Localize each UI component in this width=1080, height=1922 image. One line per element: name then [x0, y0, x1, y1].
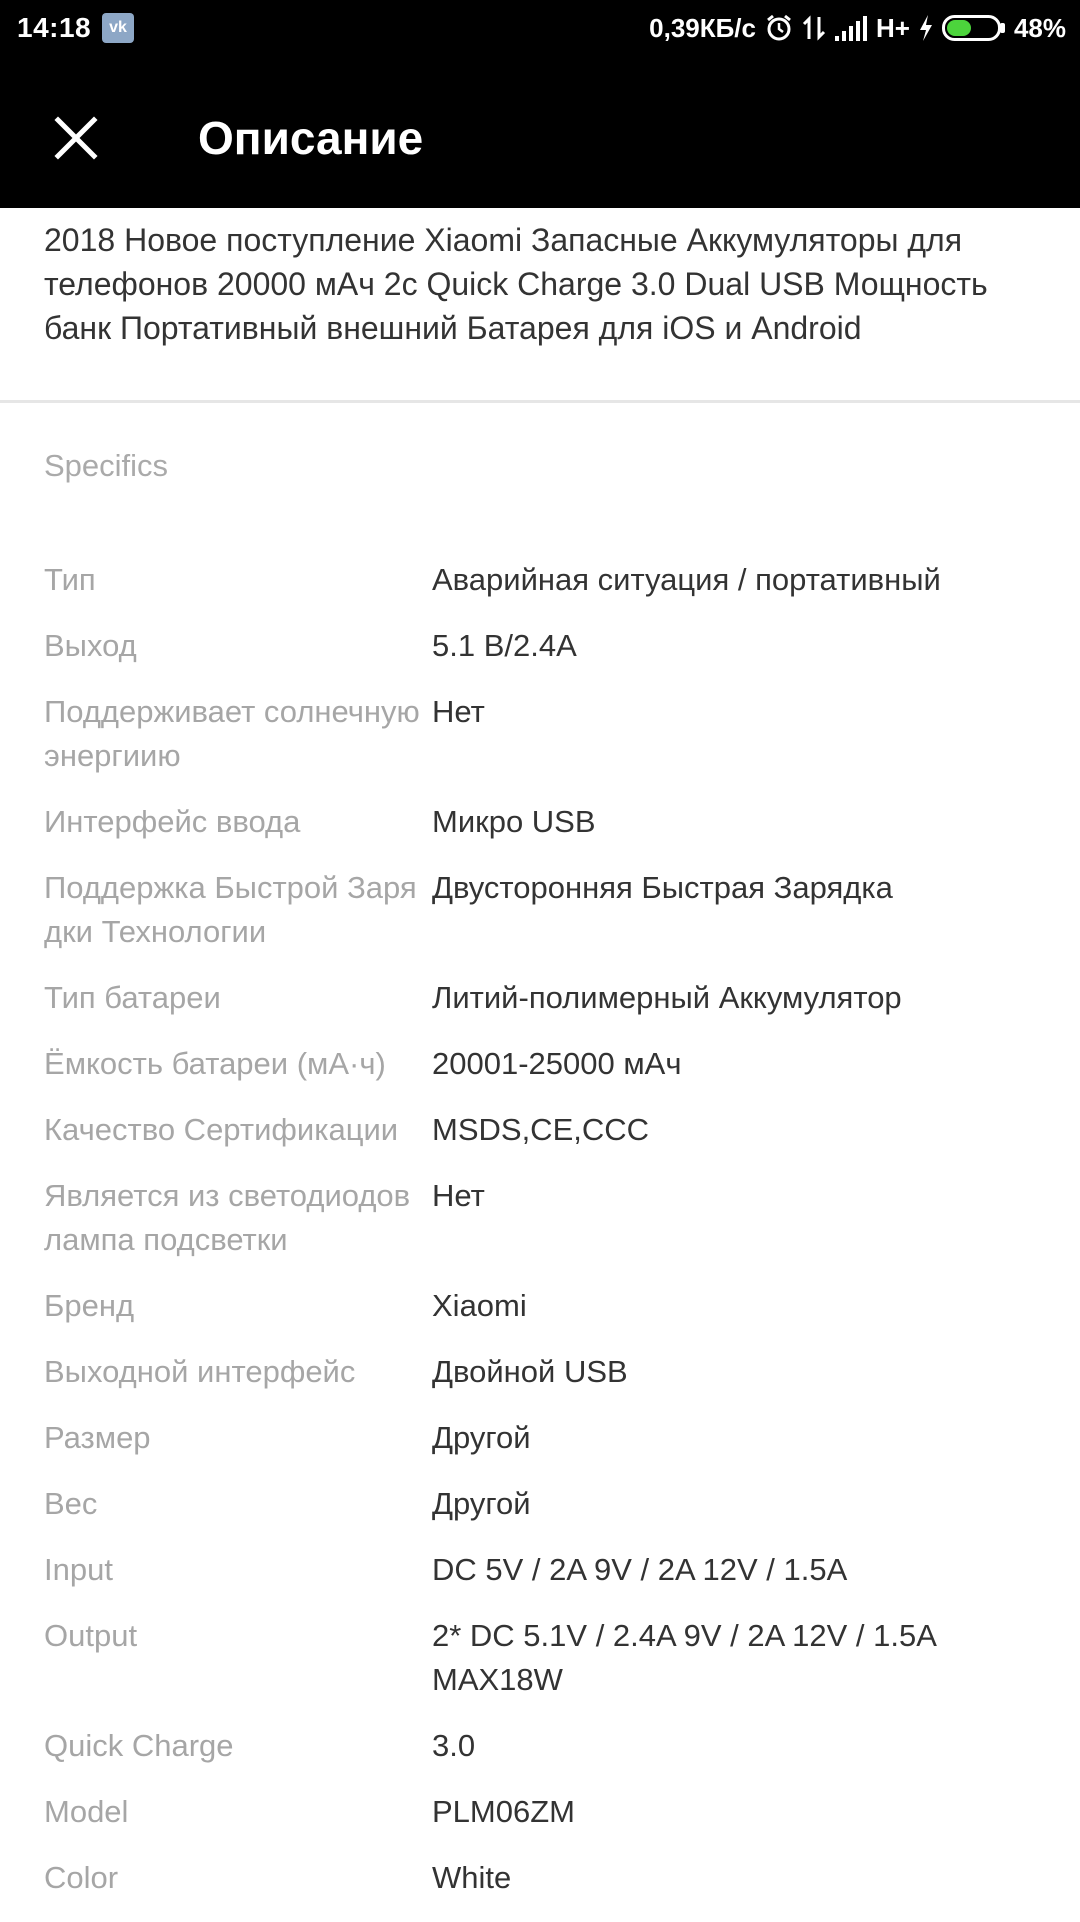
spec-row: Quick Charge 3.0: [44, 1724, 1044, 1768]
network-type: H+: [875, 12, 910, 43]
spec-value: PLM06ZM: [432, 1794, 575, 1829]
data-transfer-icon: [802, 15, 826, 41]
spec-label: Выходной интерфейс: [44, 1354, 356, 1389]
spec-value: Нет: [432, 1178, 485, 1213]
spec-row: Является из светодиодов лампа подсветки …: [44, 1174, 1044, 1262]
spec-row: Тип батареи Литий-полимерный Аккумулятор: [44, 976, 1044, 1020]
spec-label: Бренд: [44, 1288, 135, 1323]
alarm-icon: [767, 14, 791, 41]
status-time: 14:18: [17, 12, 92, 43]
spec-value: White: [432, 1860, 512, 1895]
spec-row: Тип Аварийная ситуация / портативный: [44, 558, 1044, 602]
spec-label: Тип: [44, 562, 96, 597]
close-icon: [54, 116, 98, 160]
charging-icon: [919, 15, 932, 41]
spec-row: Размер Другой: [44, 1416, 1044, 1460]
spec-label: Output: [44, 1618, 138, 1653]
divider: [0, 400, 1080, 403]
battery-icon: [941, 15, 1005, 41]
spec-label: Quick Charge: [44, 1728, 234, 1763]
spec-row: Output 2* DC 5.1V / 2.4A 9V / 2A 12V / 1…: [44, 1614, 1044, 1702]
spec-value: Двойной USB: [432, 1354, 628, 1389]
spec-row: Model PLM06ZM: [44, 1790, 1044, 1834]
spec-value: DC 5V / 2A 9V / 2A 12V / 1.5A: [432, 1552, 848, 1587]
spec-value: Другой: [432, 1486, 531, 1521]
spec-value: Двусторонняя Быстрая Зарядка: [432, 870, 893, 905]
status-indicators: 0,39КБ/с H+ 48%: [649, 0, 1066, 56]
spec-label: Качество Сертификации: [44, 1112, 399, 1147]
spec-label: Поддерживает солнечную энергиию: [44, 694, 420, 773]
spec-label: Тип батареи: [44, 980, 221, 1015]
spec-value: 3.0: [432, 1728, 476, 1763]
spec-row: Ёмкость батареи (мА·ч) 20001-25000 мАч: [44, 1042, 1044, 1086]
spec-label: Выход: [44, 628, 137, 663]
spec-row: Бренд Xiaomi: [44, 1284, 1044, 1328]
spec-row: Color White: [44, 1856, 1044, 1900]
spec-value: Микро USB: [432, 804, 596, 839]
spec-row: Input DC 5V / 2A 9V / 2A 12V / 1.5A: [44, 1548, 1044, 1592]
signal-icon: [834, 16, 867, 41]
spec-label: Вес: [44, 1486, 98, 1521]
spec-label: Color: [44, 1860, 119, 1895]
spec-row: Выход 5.1 В/2.4А: [44, 624, 1044, 668]
spec-value: Другой: [432, 1420, 531, 1455]
spec-label: Интерфейс ввода: [44, 804, 301, 839]
specifics-heading: Specifics: [44, 448, 169, 483]
spec-label: Поддержка Быстрой Зарядки Технологии: [44, 870, 417, 949]
spec-value: MSDS,CE,CCC: [432, 1112, 650, 1147]
spec-value: 2* DC 5.1V / 2.4A 9V / 2A 12V / 1.5A MAX…: [432, 1618, 936, 1697]
spec-row: Поддерживает солнечную энергиию Нет: [44, 690, 1044, 778]
spec-row: Поддержка Быстрой Зарядки Технологии Дву…: [44, 866, 1044, 954]
spec-value: Аварийная ситуация / портативный: [432, 562, 941, 597]
spec-label: Input: [44, 1552, 113, 1587]
spec-value: Литий-полимерный Аккумулятор: [432, 980, 902, 1015]
spec-row: Вес Другой: [44, 1482, 1044, 1526]
spec-value: 20001-25000 мАч: [432, 1046, 682, 1081]
spec-label: Ёмкость батареи (мА·ч): [44, 1046, 386, 1081]
status-bar: 14:18 vk 0,39КБ/с H+ 48%: [0, 0, 1080, 56]
vk-icon: vk: [102, 13, 134, 43]
close-button[interactable]: [40, 102, 112, 174]
spec-label: Является из светодиодов лампа подсветки: [44, 1178, 411, 1257]
spec-row: Интерфейс ввода Микро USB: [44, 800, 1044, 844]
product-description: 2018 Новое поступление Xiaomi Запасные А…: [44, 222, 988, 346]
spec-value: Xiaomi: [432, 1288, 527, 1323]
spec-value: 5.1 В/2.4А: [432, 628, 577, 663]
app-bar: Описание: [0, 56, 1080, 208]
network-speed: 0,39КБ/с: [649, 12, 756, 43]
spec-row: Выходной интерфейс Двойной USB: [44, 1350, 1044, 1394]
spec-value: Нет: [432, 694, 485, 729]
spec-label: Model: [44, 1794, 129, 1829]
page-title: Описание: [198, 112, 424, 164]
battery-percent: 48%: [1013, 12, 1066, 43]
specifics-list: Тип Аварийная ситуация / портативный Вых…: [44, 558, 1044, 1922]
spec-row: Качество Сертификации MSDS,CE,CCC: [44, 1108, 1044, 1152]
spec-label: Размер: [44, 1420, 151, 1455]
